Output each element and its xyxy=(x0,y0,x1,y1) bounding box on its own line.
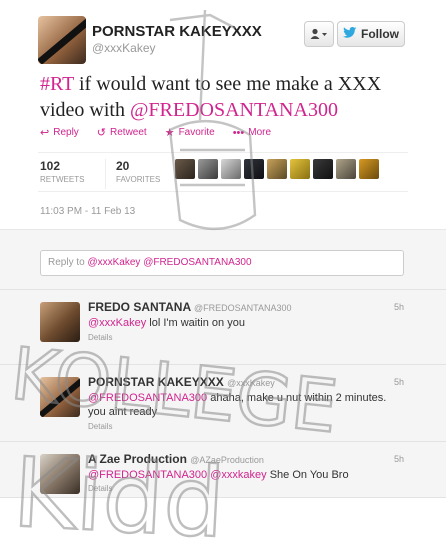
reply-prefix: Reply to xyxy=(48,257,88,268)
avatar[interactable] xyxy=(244,159,264,179)
reply-author[interactable]: FREDO SANTANA @FREDOSANTANA300 xyxy=(88,300,292,314)
reply-author-name: PORNSTAR KAKEYXXX xyxy=(88,375,224,389)
reply-author-name: A Zae Production xyxy=(88,452,187,466)
tweet-stats: 102 RETWEETS 20 FAVORITES xyxy=(38,152,408,192)
mention-link[interactable]: @xxxkakey xyxy=(210,469,266,481)
reply-icon: ↩ xyxy=(40,127,50,139)
avatar[interactable] xyxy=(198,159,218,179)
retweeter-avatars xyxy=(175,159,379,179)
tweet-text: #RT if would want to see me make a XXX v… xyxy=(40,71,410,123)
reply-box-area: Reply to @xxxKakey @FREDOSANTANA300 xyxy=(0,230,446,290)
retweets-stat[interactable]: 102 RETWEETS xyxy=(40,159,84,184)
reply-label: Reply xyxy=(53,127,79,138)
reply-author-handle: @AZaeProduction xyxy=(190,455,264,465)
reply-time[interactable]: 5h xyxy=(394,377,404,387)
reply-text: @xxxKakey lol I'm waitin on you xyxy=(88,316,388,330)
more-label: More xyxy=(248,127,272,138)
avatar[interactable] xyxy=(40,302,80,342)
list-item[interactable]: PORNSTAR KAKEYXXX @xxxKakey 5h @FREDOSAN… xyxy=(0,365,446,442)
favorite-label: Favorite xyxy=(178,127,215,138)
favorite-action[interactable]: ★ Favorite xyxy=(165,126,215,139)
avatar[interactable] xyxy=(267,159,287,179)
more-dots-icon: ••• xyxy=(232,126,245,139)
follow-button[interactable]: Follow xyxy=(337,21,405,47)
details-link[interactable]: Details xyxy=(88,422,112,431)
avatar[interactable] xyxy=(313,159,333,179)
mention-link[interactable]: @FREDOSANTANA300 xyxy=(88,392,207,404)
retweets-count: 102 xyxy=(40,159,61,173)
reply-time[interactable]: 5h xyxy=(394,454,404,464)
details-link[interactable]: Details xyxy=(88,333,112,342)
reply-author-handle: @xxxKakey xyxy=(227,378,275,388)
reply-body: She On You Bro xyxy=(266,469,349,481)
avatar[interactable] xyxy=(40,454,80,494)
more-action[interactable]: ••• More xyxy=(233,126,271,139)
star-icon: ★ xyxy=(164,127,175,139)
avatar[interactable] xyxy=(40,377,80,417)
tweet-timestamp[interactable]: 11:03 PM - 11 Feb 13 xyxy=(40,206,135,217)
main-tweet: PORNSTAR KAKEYXXX @xxxKakey Follow #RT i… xyxy=(0,0,446,230)
hashtag-link[interactable]: #RT xyxy=(40,73,74,95)
author-handle[interactable]: @xxxKakey xyxy=(92,41,156,55)
avatar[interactable] xyxy=(359,159,379,179)
reply-author-name: FREDO SANTANA xyxy=(88,300,191,314)
reply-mention: @xxxKakey xyxy=(87,257,141,268)
avatar[interactable] xyxy=(175,159,195,179)
mention-link[interactable]: @FREDOSANTANA300 xyxy=(88,469,207,481)
tweet-actions: ↩ Reply ↺ Retweet ★ Favorite ••• More xyxy=(40,126,271,140)
avatar[interactable] xyxy=(290,159,310,179)
reply-input[interactable]: Reply to @xxxKakey @FREDOSANTANA300 xyxy=(40,250,404,276)
user-dropdown-icon xyxy=(310,28,327,39)
twitter-bird-icon xyxy=(343,27,357,41)
favorites-label: FAVORITES xyxy=(116,175,161,184)
retweet-icon: ↺ xyxy=(96,127,107,139)
reply-time[interactable]: 5h xyxy=(394,302,404,312)
reply-author-handle: @FREDOSANTANA300 xyxy=(194,303,292,313)
avatar[interactable] xyxy=(221,159,241,179)
reply-text: @FREDOSANTANA300 @xxxkakey She On You Br… xyxy=(88,468,388,482)
reply-mention: @FREDOSANTANA300 xyxy=(143,257,252,268)
list-item[interactable]: FREDO SANTANA @FREDOSANTANA300 5h @xxxKa… xyxy=(0,290,446,365)
reply-author[interactable]: A Zae Production @AZaeProduction xyxy=(88,452,264,466)
reply-body: lol I'm waitin on you xyxy=(146,317,245,329)
replies-list: FREDO SANTANA @FREDOSANTANA300 5h @xxxKa… xyxy=(0,290,446,498)
favorites-count: 20 xyxy=(116,159,130,173)
author-avatar[interactable] xyxy=(38,16,86,64)
reply-text: @FREDOSANTANA300 ahaha, make u nut withi… xyxy=(88,391,388,419)
reply-action[interactable]: ↩ Reply xyxy=(40,126,79,139)
avatar[interactable] xyxy=(336,159,356,179)
follow-label: Follow xyxy=(361,27,399,41)
retweet-action[interactable]: ↺ Retweet xyxy=(97,126,147,139)
list-item[interactable]: A Zae Production @AZaeProduction 5h @FRE… xyxy=(0,442,446,498)
user-actions-button[interactable] xyxy=(304,21,334,47)
details-link[interactable]: Details xyxy=(88,484,112,493)
favorites-stat[interactable]: 20 FAVORITES xyxy=(105,159,160,189)
retweet-label: Retweet xyxy=(110,127,147,138)
retweets-label: RETWEETS xyxy=(40,175,85,184)
mention-link[interactable]: @xxxKakey xyxy=(88,317,146,329)
mention-link[interactable]: @FREDOSANTANA300 xyxy=(130,99,338,121)
author-name[interactable]: PORNSTAR KAKEYXXX xyxy=(92,23,262,40)
reply-author[interactable]: PORNSTAR KAKEYXXX @xxxKakey xyxy=(88,375,275,389)
